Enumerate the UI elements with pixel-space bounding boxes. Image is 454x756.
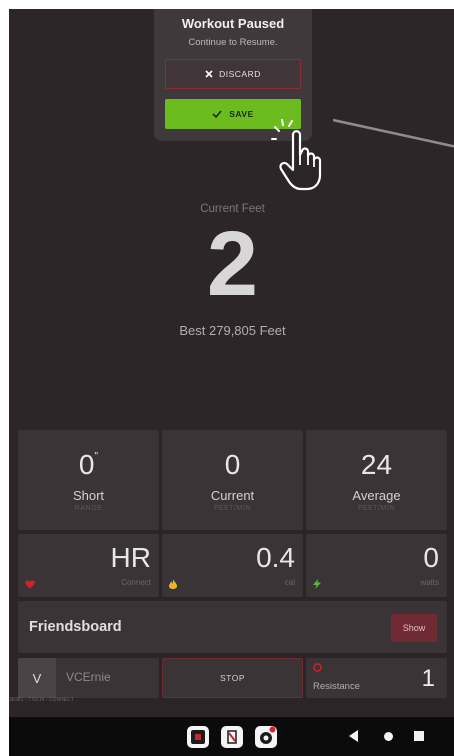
hr-connect-label: Connect: [121, 578, 151, 587]
tile-watts[interactable]: 0 watts: [306, 534, 447, 597]
current-speed-label: Current: [210, 488, 255, 503]
average-speed-label: Average: [352, 488, 401, 503]
tile-average-speed[interactable]: 24 Average FEET/MIN: [306, 430, 447, 530]
resistance-tile[interactable]: Resistance 1: [306, 658, 447, 698]
settings-icon: [260, 726, 276, 744]
app-screen: Workout Paused Continue to Resume. DISCA…: [9, 9, 454, 717]
resistance-value: 1: [421, 665, 435, 692]
app-2-icon: [227, 730, 237, 744]
average-speed-value: 24: [360, 449, 393, 480]
range-label: RANGE: [74, 505, 103, 512]
app-shortcut-1[interactable]: [187, 726, 209, 748]
current-feet-value: 2: [206, 213, 259, 315]
flame-icon: [169, 579, 177, 589]
show-friendsboard-button[interactable]: Show: [391, 614, 437, 642]
short-range-value-wrap: 0": [18, 449, 159, 481]
tile-calories[interactable]: 0.4 cal: [162, 534, 303, 597]
bolt-icon: [313, 579, 321, 589]
check-icon: [212, 110, 222, 118]
friendsboard-bar: Friendsboard Show: [18, 601, 447, 653]
dialog-title: Workout Paused: [181, 16, 285, 31]
user-name: VCErnie: [66, 670, 111, 684]
current-speed-value: 0: [224, 449, 241, 480]
hr-value: HR: [110, 542, 151, 573]
user-profile-tile[interactable]: V VCErnie: [18, 658, 159, 698]
discard-label: DISCARD: [219, 69, 261, 79]
tile-heart-rate[interactable]: HR Connect: [18, 534, 159, 597]
inch-mark: ": [94, 451, 99, 462]
watts-unit: watts: [420, 578, 439, 587]
version-label: 3E981 - 7.63.14 - CONNECT: [9, 697, 74, 703]
user-avatar: V: [18, 658, 56, 698]
discard-button[interactable]: DISCARD: [165, 59, 301, 89]
dialog-subtitle: Continue to Resume.: [188, 37, 278, 48]
best-feet: Best 279,805 Feet: [179, 323, 286, 338]
friendsboard-label: Friendsboard: [29, 619, 122, 635]
app-shortcut-3[interactable]: [255, 726, 277, 748]
resistance-label: Resistance: [313, 681, 360, 692]
app-shortcut-2[interactable]: [221, 726, 243, 748]
heart-icon: [25, 580, 35, 589]
stop-label: STOP: [220, 673, 245, 683]
system-nav-bar: [9, 717, 454, 756]
save-label: SAVE: [229, 109, 254, 119]
nav-back-icon[interactable]: [349, 730, 359, 742]
average-speed-unit: FEET/MIN: [358, 505, 395, 512]
app-1-icon: [191, 730, 205, 744]
short-range-value: 0: [78, 449, 95, 480]
nav-home-icon[interactable]: [384, 732, 393, 741]
pointer-line: [333, 119, 454, 148]
tile-current-speed[interactable]: 0 Current FEET/MIN: [162, 430, 303, 530]
nav-recents-icon[interactable]: [414, 731, 424, 741]
stop-button[interactable]: STOP: [162, 658, 303, 698]
hand-pointer-icon: [271, 119, 322, 191]
watts-value: 0: [423, 542, 439, 573]
tile-short-range[interactable]: 0" Short RANGE: [18, 430, 159, 530]
short-label: Short: [72, 488, 105, 503]
current-speed-unit: FEET/MIN: [214, 505, 251, 512]
close-icon: [205, 70, 213, 78]
calories-value: 0.4: [256, 542, 295, 573]
calories-unit: cal: [284, 578, 295, 587]
gauge-icon: [313, 663, 322, 672]
